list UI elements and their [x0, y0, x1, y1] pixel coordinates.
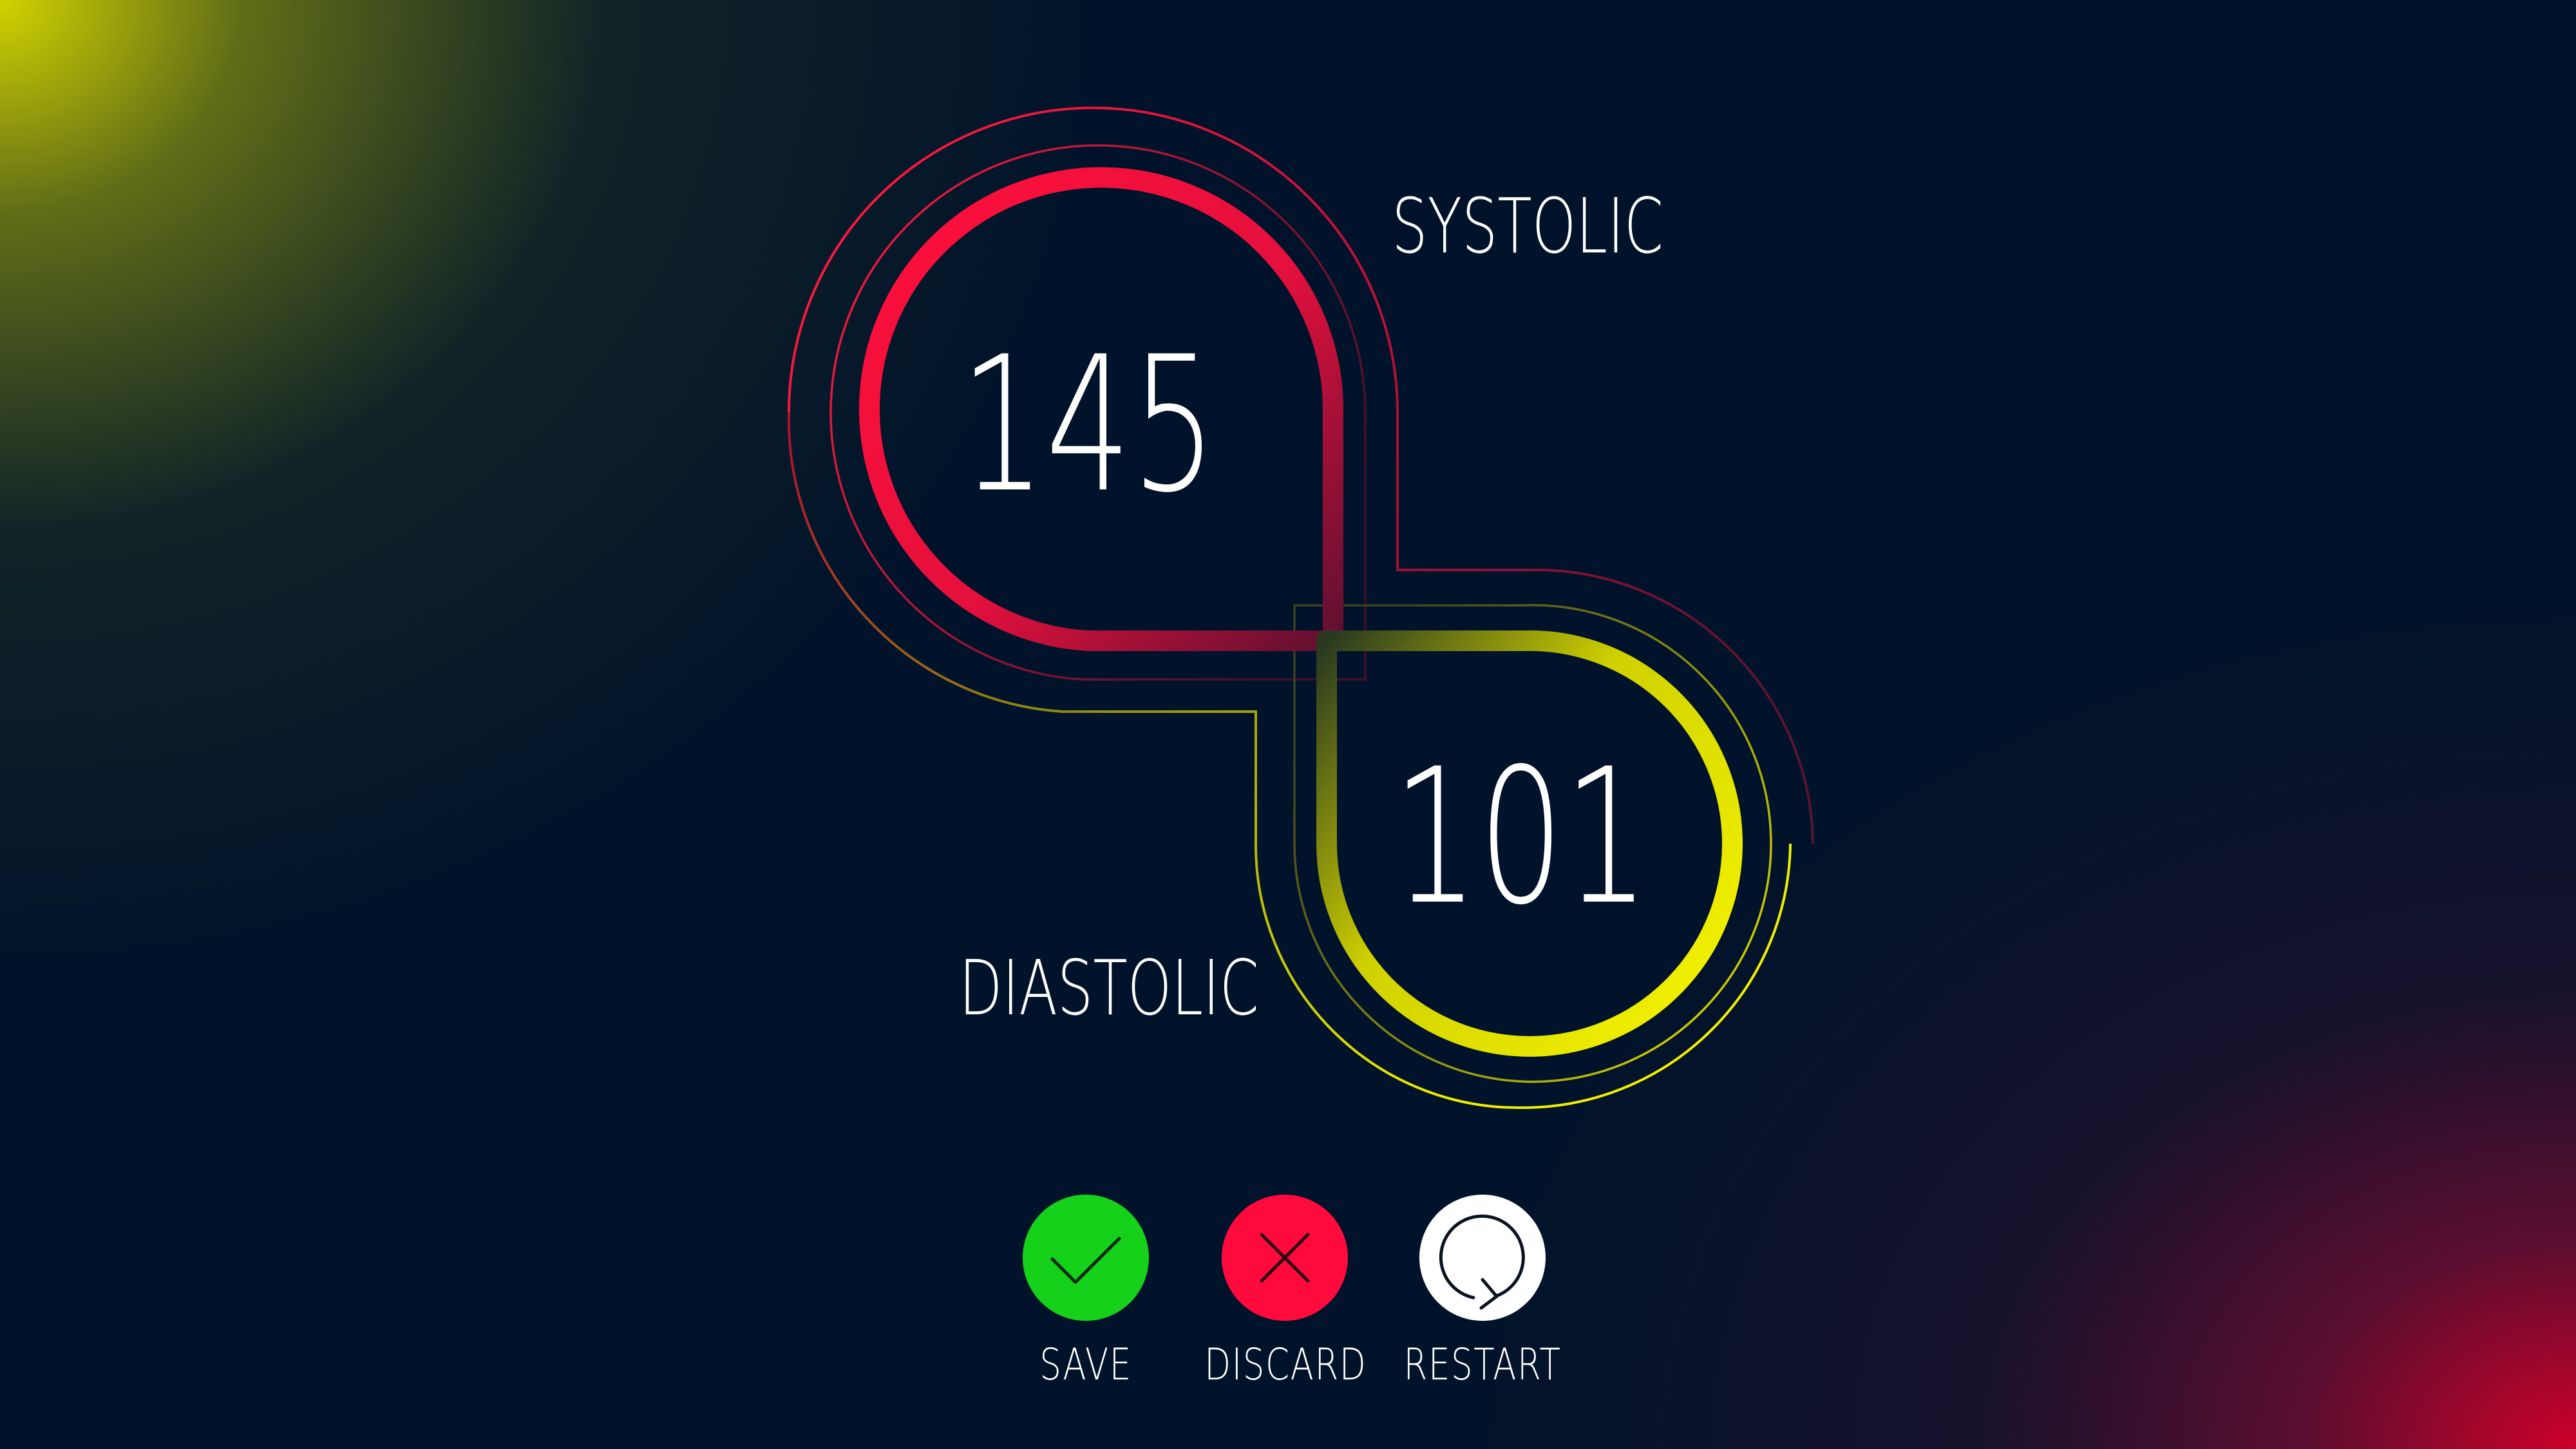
checkmark-icon — [1050, 1236, 1121, 1284]
restart-icon — [1439, 1214, 1525, 1310]
discard-button-circle[interactable] — [1222, 1195, 1348, 1321]
discard-button[interactable]: DISCARD — [1182, 1195, 1388, 1407]
discard-label: DISCARD — [1204, 1340, 1367, 1390]
save-label: SAVE — [1039, 1340, 1132, 1390]
restart-button[interactable]: RESTART — [1379, 1195, 1586, 1407]
systolic-label: SYSTOLIC — [1392, 183, 1663, 270]
save-button-circle[interactable] — [1023, 1195, 1149, 1321]
action-bar: SAVE DISCARD RESTART — [0, 1195, 2576, 1407]
close-icon — [1260, 1233, 1310, 1283]
save-button[interactable]: SAVE — [983, 1195, 1189, 1407]
systolic-value: 145 — [960, 316, 1217, 534]
diastolic-value: 101 — [1393, 728, 1650, 946]
diastolic-label: DIASTOLIC — [959, 945, 1259, 1032]
restart-label: RESTART — [1403, 1340, 1562, 1390]
restart-button-circle[interactable] — [1419, 1195, 1546, 1321]
